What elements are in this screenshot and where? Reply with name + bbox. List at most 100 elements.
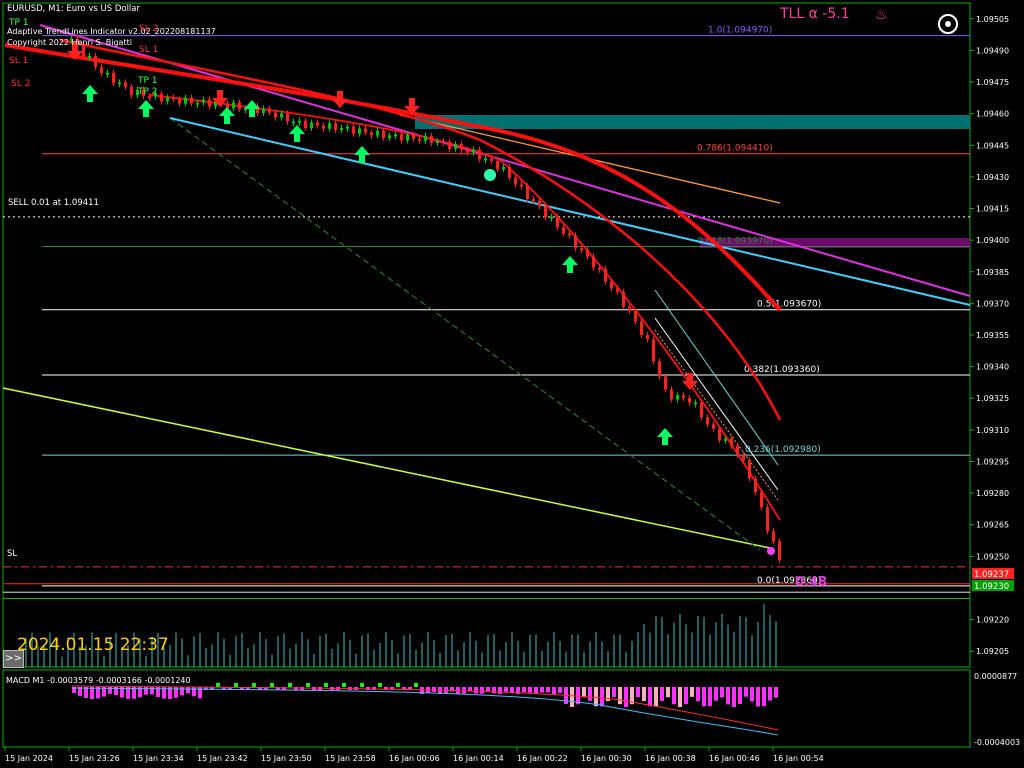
candle-body (478, 149, 481, 160)
adaptive-curve-inner (149, 94, 781, 521)
candle-body (166, 97, 169, 102)
candle-body (508, 166, 511, 178)
chart-canvas[interactable]: 1.0(1.094970)0.786(1.094410)0.618(1.0939… (0, 0, 1024, 768)
candle-body (526, 185, 529, 200)
time-tick-label: 16 Jan 00:38 (645, 754, 696, 763)
tp1-b-label: TP 1 (137, 76, 158, 86)
macd-bar (474, 687, 478, 694)
macd-bar (594, 687, 598, 707)
macd-bar (180, 687, 184, 696)
fire-icon: ♨ (875, 7, 888, 23)
macd-bar (498, 687, 502, 694)
macd-bar (378, 683, 382, 687)
candle-body (376, 130, 379, 136)
macd-bar (726, 687, 730, 705)
price-tick-label: 1.09460 (976, 110, 1009, 119)
macd-bar (90, 687, 94, 699)
macd-bar (558, 687, 562, 693)
candle-body (736, 445, 739, 455)
candle-body (196, 102, 199, 105)
candle-body (268, 108, 271, 113)
candle-body (364, 128, 367, 133)
candle-body (760, 492, 763, 508)
candle-body (424, 135, 427, 141)
macd-bar (570, 687, 574, 707)
candle-body (370, 132, 373, 136)
price-tick-label: 1.09370 (976, 299, 1009, 308)
candle-body (520, 184, 523, 187)
candle-body (592, 256, 595, 268)
candle-body (448, 141, 451, 149)
macd-bar (714, 687, 718, 701)
macd-bar (654, 687, 658, 707)
candle-body (442, 141, 445, 144)
buy-arrow-icon (354, 146, 370, 163)
macd-bar (696, 687, 700, 702)
candle-body (772, 531, 775, 542)
candle-body (454, 144, 457, 149)
sell-order-label: SELL 0.01 at 1.09411 (8, 198, 99, 208)
candle-body (208, 99, 211, 107)
price-tick-label: 1.09475 (976, 78, 1009, 87)
candle-body (340, 127, 343, 131)
price-tick-label: 1.09205 (976, 647, 1009, 656)
candle-body (172, 97, 175, 100)
macd-bar (684, 687, 688, 705)
price-tick-label: 1.09325 (976, 394, 1009, 403)
candle-body (640, 321, 643, 336)
scroll-to-end-button[interactable]: >> (3, 650, 24, 668)
candle-body (730, 438, 733, 446)
macd-label: MACD M1 -0.0003579 -0.0003166 -0.0001240 (6, 676, 191, 685)
macd-bar (708, 687, 712, 707)
candle-body (388, 135, 391, 139)
channel-line-1 (654, 289, 779, 466)
candle-body (634, 310, 637, 322)
time-tick-label: 16 Jan 00:54 (773, 754, 824, 763)
macd-bar (540, 687, 544, 693)
price-tick-label: 1.09400 (976, 236, 1009, 245)
trendline-cyan (169, 117, 971, 306)
candle-body (778, 541, 781, 561)
macd-bar (666, 687, 670, 698)
candle-body (748, 460, 751, 479)
candle-body (226, 103, 229, 109)
candle-body (346, 126, 349, 129)
macd-bar (414, 683, 418, 687)
sl1-right-label: SL 1 (139, 45, 158, 55)
datetime-label: 2024.01.15 22:37 (17, 635, 169, 655)
macd-bar (588, 687, 592, 701)
candle-body (562, 227, 565, 234)
candle-body (298, 120, 301, 123)
candle-body (670, 389, 673, 400)
macd-bar (600, 687, 604, 707)
candle-body (544, 206, 547, 218)
sl-label: SL (7, 549, 17, 559)
candle-body (550, 216, 553, 219)
sell-arrow-icon (332, 91, 348, 108)
fib-level-label: 1.0(1.094970) (708, 26, 772, 36)
tp1-label: TP 1 (8, 18, 29, 28)
price-tick-label: 1.09265 (976, 521, 1009, 530)
buy-arrow-icon (562, 256, 578, 273)
tll-label: TLL α -5.1 (779, 6, 850, 22)
macd-bar (744, 687, 748, 697)
price-tick-label: 1.09295 (976, 457, 1009, 466)
macd-bar (468, 687, 472, 692)
fib-level-label: 0.382(1.093360) (744, 365, 820, 375)
price-tick-label: 1.09250 (976, 552, 1009, 561)
candle-body (652, 339, 655, 362)
candle-body (292, 121, 295, 124)
candle-body (394, 134, 397, 137)
signal-dot-icon (484, 169, 496, 181)
price-tick-label: 1.09310 (976, 426, 1009, 435)
macd-bar (702, 687, 706, 707)
candle-body (232, 102, 235, 109)
zone-teal (415, 115, 970, 129)
candle-body (202, 99, 205, 103)
candle-body (568, 233, 571, 236)
price-tick-label: 1.09490 (976, 46, 1009, 55)
candle-body (532, 199, 535, 202)
candle-body (598, 267, 601, 270)
macd-bar (270, 683, 274, 687)
macd-bar (750, 687, 754, 702)
